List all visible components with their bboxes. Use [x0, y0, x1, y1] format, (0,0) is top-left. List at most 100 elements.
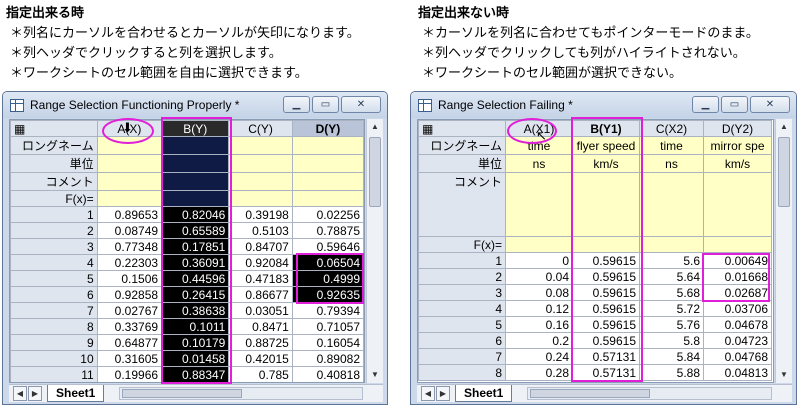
window-titlebar[interactable]: Range Selection Failing * ▁ ▭ ✕ — [411, 92, 796, 118]
cell[interactable]: 0 — [505, 252, 573, 269]
cell[interactable] — [228, 172, 293, 191]
cell[interactable]: 5.72 — [639, 300, 704, 317]
cell[interactable]: ns — [639, 154, 704, 173]
sheet-tab[interactable]: Sheet1 — [47, 385, 105, 402]
sheet-next-button[interactable]: ▶ — [28, 386, 42, 401]
cell[interactable]: time — [505, 136, 573, 155]
table-row[interactable]: 8 0.28 0.57131 5.88 0.04813 — [418, 364, 772, 381]
cell[interactable]: flyer speed — [572, 136, 640, 155]
cell[interactable]: ns — [505, 154, 573, 173]
row-number[interactable]: 4 — [10, 254, 98, 271]
table-row[interactable]: 5 0.16 0.59615 5.76 0.04678 — [418, 316, 772, 333]
horizontal-scrollbar[interactable] — [527, 387, 772, 400]
cell[interactable]: 0.59615 — [572, 316, 640, 333]
cell[interactable]: 0.1506 — [96, 270, 163, 287]
sheet-prev-button[interactable]: ◀ — [421, 386, 435, 401]
worksheet-grid[interactable]: ▦ A(X1) B(Y1) C(X2) D(Y2) ロングネーム time fl… — [417, 119, 774, 383]
cell[interactable]: 0.33769 — [96, 318, 163, 335]
cell[interactable]: 0.12 — [505, 300, 573, 317]
table-row[interactable]: 5 0.1506 0.44596 0.47183 0.4999 — [10, 270, 364, 287]
minimize-button[interactable]: ▁ — [692, 96, 719, 113]
cell[interactable]: 0.04 — [505, 268, 573, 285]
cell[interactable]: 0.02256 — [291, 206, 364, 223]
cell[interactable]: 0.00649 — [703, 252, 772, 269]
row-number[interactable]: 6 — [418, 332, 506, 349]
cell[interactable]: 0.5103 — [228, 222, 293, 239]
table-row[interactable]: 8 0.33769 0.1011 0.8471 0.71057 — [10, 318, 364, 335]
cell[interactable]: 0.04768 — [703, 348, 772, 365]
cell[interactable]: 0.10179 — [161, 334, 230, 351]
cell[interactable] — [161, 136, 230, 155]
cell[interactable]: 0.24 — [505, 348, 573, 365]
cell[interactable]: 0.59646 — [291, 238, 364, 255]
cell[interactable]: 0.16 — [505, 316, 573, 333]
vertical-scrollbar[interactable]: ▲ ▼ — [775, 119, 792, 383]
cell[interactable] — [96, 154, 163, 173]
table-row[interactable]: 7 0.24 0.57131 5.84 0.04768 — [418, 348, 772, 365]
cell[interactable]: 0.4999 — [291, 270, 364, 287]
table-row[interactable]: 2 0.04 0.59615 5.64 0.01668 — [418, 268, 772, 285]
table-row[interactable]: 1 0 0.59615 5.6 0.00649 — [418, 252, 772, 269]
cell[interactable]: 0.44596 — [161, 270, 230, 287]
scroll-up-icon[interactable]: ▲ — [367, 119, 383, 135]
cell[interactable] — [161, 154, 230, 173]
table-row[interactable]: 2 0.08749 0.65589 0.5103 0.78875 — [10, 222, 364, 239]
cell[interactable] — [228, 154, 293, 173]
column-header-a[interactable]: A(X) — [96, 120, 163, 137]
table-row[interactable]: 4 0.12 0.59615 5.72 0.03706 — [418, 300, 772, 317]
minimize-button[interactable]: ▁ — [283, 96, 310, 113]
cell[interactable]: 0.8471 — [228, 318, 293, 335]
row-number[interactable]: 9 — [10, 334, 98, 351]
cell[interactable]: 0.1011 — [161, 318, 230, 335]
table-row[interactable]: 9 0.64877 0.10179 0.88725 0.16054 — [10, 334, 364, 351]
cell[interactable] — [639, 172, 704, 237]
cell[interactable]: 0.28 — [505, 364, 573, 381]
cell[interactable]: 5.68 — [639, 284, 704, 301]
grid-select-all[interactable]: ▦ — [10, 120, 98, 137]
cell[interactable] — [703, 236, 772, 253]
cell[interactable]: mirror spe — [703, 136, 772, 155]
cell[interactable]: 0.01458 — [161, 350, 230, 367]
cell[interactable]: 0.40818 — [291, 366, 364, 382]
cell[interactable]: 0.04813 — [703, 364, 772, 381]
cell[interactable] — [505, 172, 573, 237]
cell[interactable] — [96, 190, 163, 207]
cell[interactable] — [228, 136, 293, 155]
row-number[interactable]: 3 — [10, 238, 98, 255]
cell[interactable]: 0.26415 — [161, 286, 230, 303]
row-number[interactable]: 8 — [418, 364, 506, 381]
cell[interactable]: 0.71057 — [291, 318, 364, 335]
cell[interactable] — [291, 136, 364, 155]
row-number[interactable]: 11 — [10, 366, 98, 382]
cell[interactable]: 0.04723 — [703, 332, 772, 349]
cell[interactable]: 0.19966 — [96, 366, 163, 382]
cell[interactable]: km/s — [572, 154, 640, 173]
column-header-d[interactable]: D(Y2) — [703, 120, 772, 137]
scroll-up-icon[interactable]: ▲ — [776, 119, 792, 135]
cell[interactable]: 0.92635 — [291, 286, 364, 303]
scroll-down-icon[interactable]: ▼ — [367, 367, 383, 383]
row-number[interactable]: 7 — [418, 348, 506, 365]
worksheet-grid[interactable]: ▦ A(X) B(Y) C(Y) D(Y) ロングネーム 単位 コメント F(x… — [9, 119, 365, 383]
cell[interactable]: 5.64 — [639, 268, 704, 285]
cell[interactable]: 5.76 — [639, 316, 704, 333]
column-header-d[interactable]: D(Y) — [291, 120, 364, 137]
row-number[interactable]: 6 — [10, 286, 98, 303]
restore-button[interactable]: ▭ — [721, 96, 748, 113]
grid-select-all[interactable]: ▦ — [418, 120, 506, 137]
cell[interactable]: 5.8 — [639, 332, 704, 349]
cell[interactable]: 0.42015 — [228, 350, 293, 367]
cell[interactable] — [96, 172, 163, 191]
cell[interactable]: 0.04678 — [703, 316, 772, 333]
column-header-a[interactable]: A(X1) — [505, 120, 573, 137]
table-row[interactable]: 10 0.31605 0.01458 0.42015 0.89082 — [10, 350, 364, 367]
cell[interactable] — [639, 236, 704, 253]
cell[interactable] — [703, 172, 772, 237]
cell[interactable]: 0.2 — [505, 332, 573, 349]
cell[interactable]: time — [639, 136, 704, 155]
row-number[interactable]: 2 — [10, 222, 98, 239]
row-number[interactable]: 8 — [10, 318, 98, 335]
cell[interactable]: 0.17851 — [161, 238, 230, 255]
restore-button[interactable]: ▭ — [312, 96, 339, 113]
cell[interactable]: 5.84 — [639, 348, 704, 365]
